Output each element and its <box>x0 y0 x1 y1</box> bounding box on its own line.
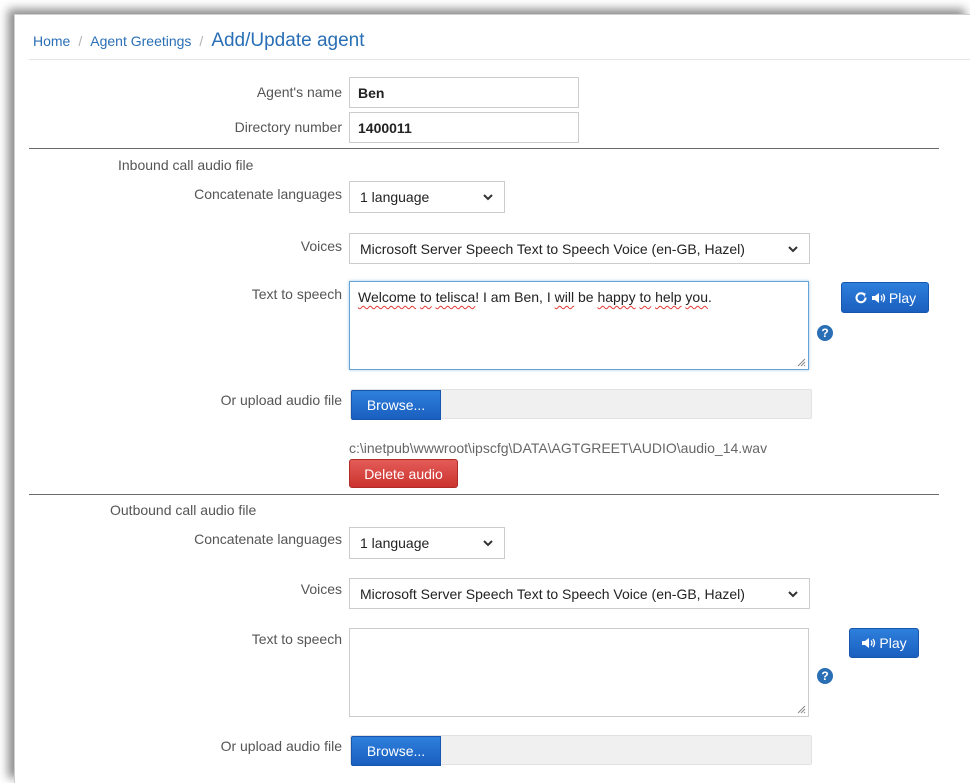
breadcrumb-agent-greetings[interactable]: Agent Greetings <box>90 33 191 49</box>
inbound-tts-text: Welcome to telisca! I am Ben, I will be … <box>358 289 712 305</box>
inbound-voices-label: Voices <box>300 238 342 254</box>
outbound-voices-select[interactable]: Microsoft Server Speech Text to Speech V… <box>349 578 810 609</box>
chevron-down-icon <box>788 590 798 597</box>
breadcrumb: Home / Agent Greetings / Add/Update agen… <box>33 30 365 56</box>
inbound-concatenate-value: 1 language <box>360 189 430 205</box>
spellcheck-word: Welcome <box>358 289 417 305</box>
tts-text-segment: ! I am Ben, I <box>475 289 555 305</box>
outbound-play-label: Play <box>879 635 907 651</box>
header-divider <box>29 59 970 60</box>
help-icon[interactable]: ? <box>817 325 833 341</box>
spellcheck-word: will <box>554 289 575 305</box>
agent-name-label: Agent's name <box>256 84 342 100</box>
inbound-voices-select[interactable]: Microsoft Server Speech Text to Speech V… <box>349 233 810 264</box>
help-icon[interactable]: ? <box>817 668 833 684</box>
breadcrumb-home[interactable]: Home <box>33 33 70 49</box>
inbound-section-title: Inbound call audio file <box>118 157 254 173</box>
breadcrumb-separator: / <box>199 33 204 49</box>
resize-grip-icon[interactable] <box>796 357 806 367</box>
outbound-upload-field[interactable]: Browse... <box>350 735 812 766</box>
outbound-voices-value: Microsoft Server Speech Text to Speech V… <box>360 585 745 602</box>
outbound-browse-button[interactable]: Browse... <box>351 736 441 766</box>
outbound-play-button[interactable]: Play <box>849 628 919 658</box>
spellcheck-word: help <box>655 289 682 305</box>
inbound-audio-file-path: c:\inetpub\wwwroot\ipscfg\DATA\AGTGREET\… <box>349 440 768 456</box>
inbound-play-label: Play <box>888 289 917 306</box>
agent-name-input[interactable] <box>349 77 579 108</box>
breadcrumb-separator: / <box>78 33 83 49</box>
inbound-tts-textarea[interactable]: Welcome to telisca! I am Ben, I will be … <box>349 281 809 370</box>
page-title: Add/Update agent <box>211 30 365 51</box>
chevron-down-icon <box>483 194 493 201</box>
delete-audio-button[interactable]: Delete audio <box>349 459 458 488</box>
outbound-voices-label: Voices <box>300 581 342 597</box>
outbound-concatenate-label: Concatenate languages <box>194 531 342 547</box>
chevron-down-icon <box>788 245 798 252</box>
speaker-icon <box>862 638 876 648</box>
refresh-icon <box>855 291 867 303</box>
spellcheck-word: to <box>639 289 652 305</box>
outbound-tts-textarea[interactable] <box>349 628 809 717</box>
inbound-browse-button[interactable]: Browse... <box>351 390 441 420</box>
outbound-concatenate-select[interactable]: 1 language <box>349 527 505 559</box>
directory-number-input[interactable] <box>349 112 579 143</box>
form-panel: Home / Agent Greetings / Add/Update agen… <box>14 14 970 783</box>
spellcheck-word: telisca <box>435 289 476 305</box>
spellcheck-word: happy <box>597 289 636 305</box>
outbound-tts-label: Text to speech <box>251 631 342 647</box>
spellcheck-word: to <box>419 289 432 305</box>
spellcheck-word: you <box>685 289 708 305</box>
inbound-concatenate-select[interactable]: 1 language <box>349 181 505 213</box>
section-divider <box>29 494 939 495</box>
inbound-voices-value: Microsoft Server Speech Text to Speech V… <box>360 240 745 257</box>
inbound-tts-label: Text to speech <box>251 286 342 302</box>
resize-grip-icon[interactable] <box>796 704 806 714</box>
outbound-concatenate-value: 1 language <box>360 535 430 551</box>
tts-text-segment: . <box>708 289 712 305</box>
inbound-concatenate-label: Concatenate languages <box>194 186 342 202</box>
tts-text-segment: be <box>574 289 598 305</box>
inbound-upload-label: Or upload audio file <box>220 392 342 408</box>
chevron-down-icon <box>483 540 493 547</box>
outbound-upload-label: Or upload audio file <box>220 738 342 754</box>
directory-number-label: Directory number <box>234 119 342 135</box>
inbound-upload-field[interactable]: Browse... <box>350 389 812 420</box>
speaker-icon <box>871 292 886 303</box>
section-divider <box>29 148 939 149</box>
outbound-section-title: Outbound call audio file <box>110 502 257 518</box>
inbound-play-button[interactable]: Play <box>841 282 929 313</box>
